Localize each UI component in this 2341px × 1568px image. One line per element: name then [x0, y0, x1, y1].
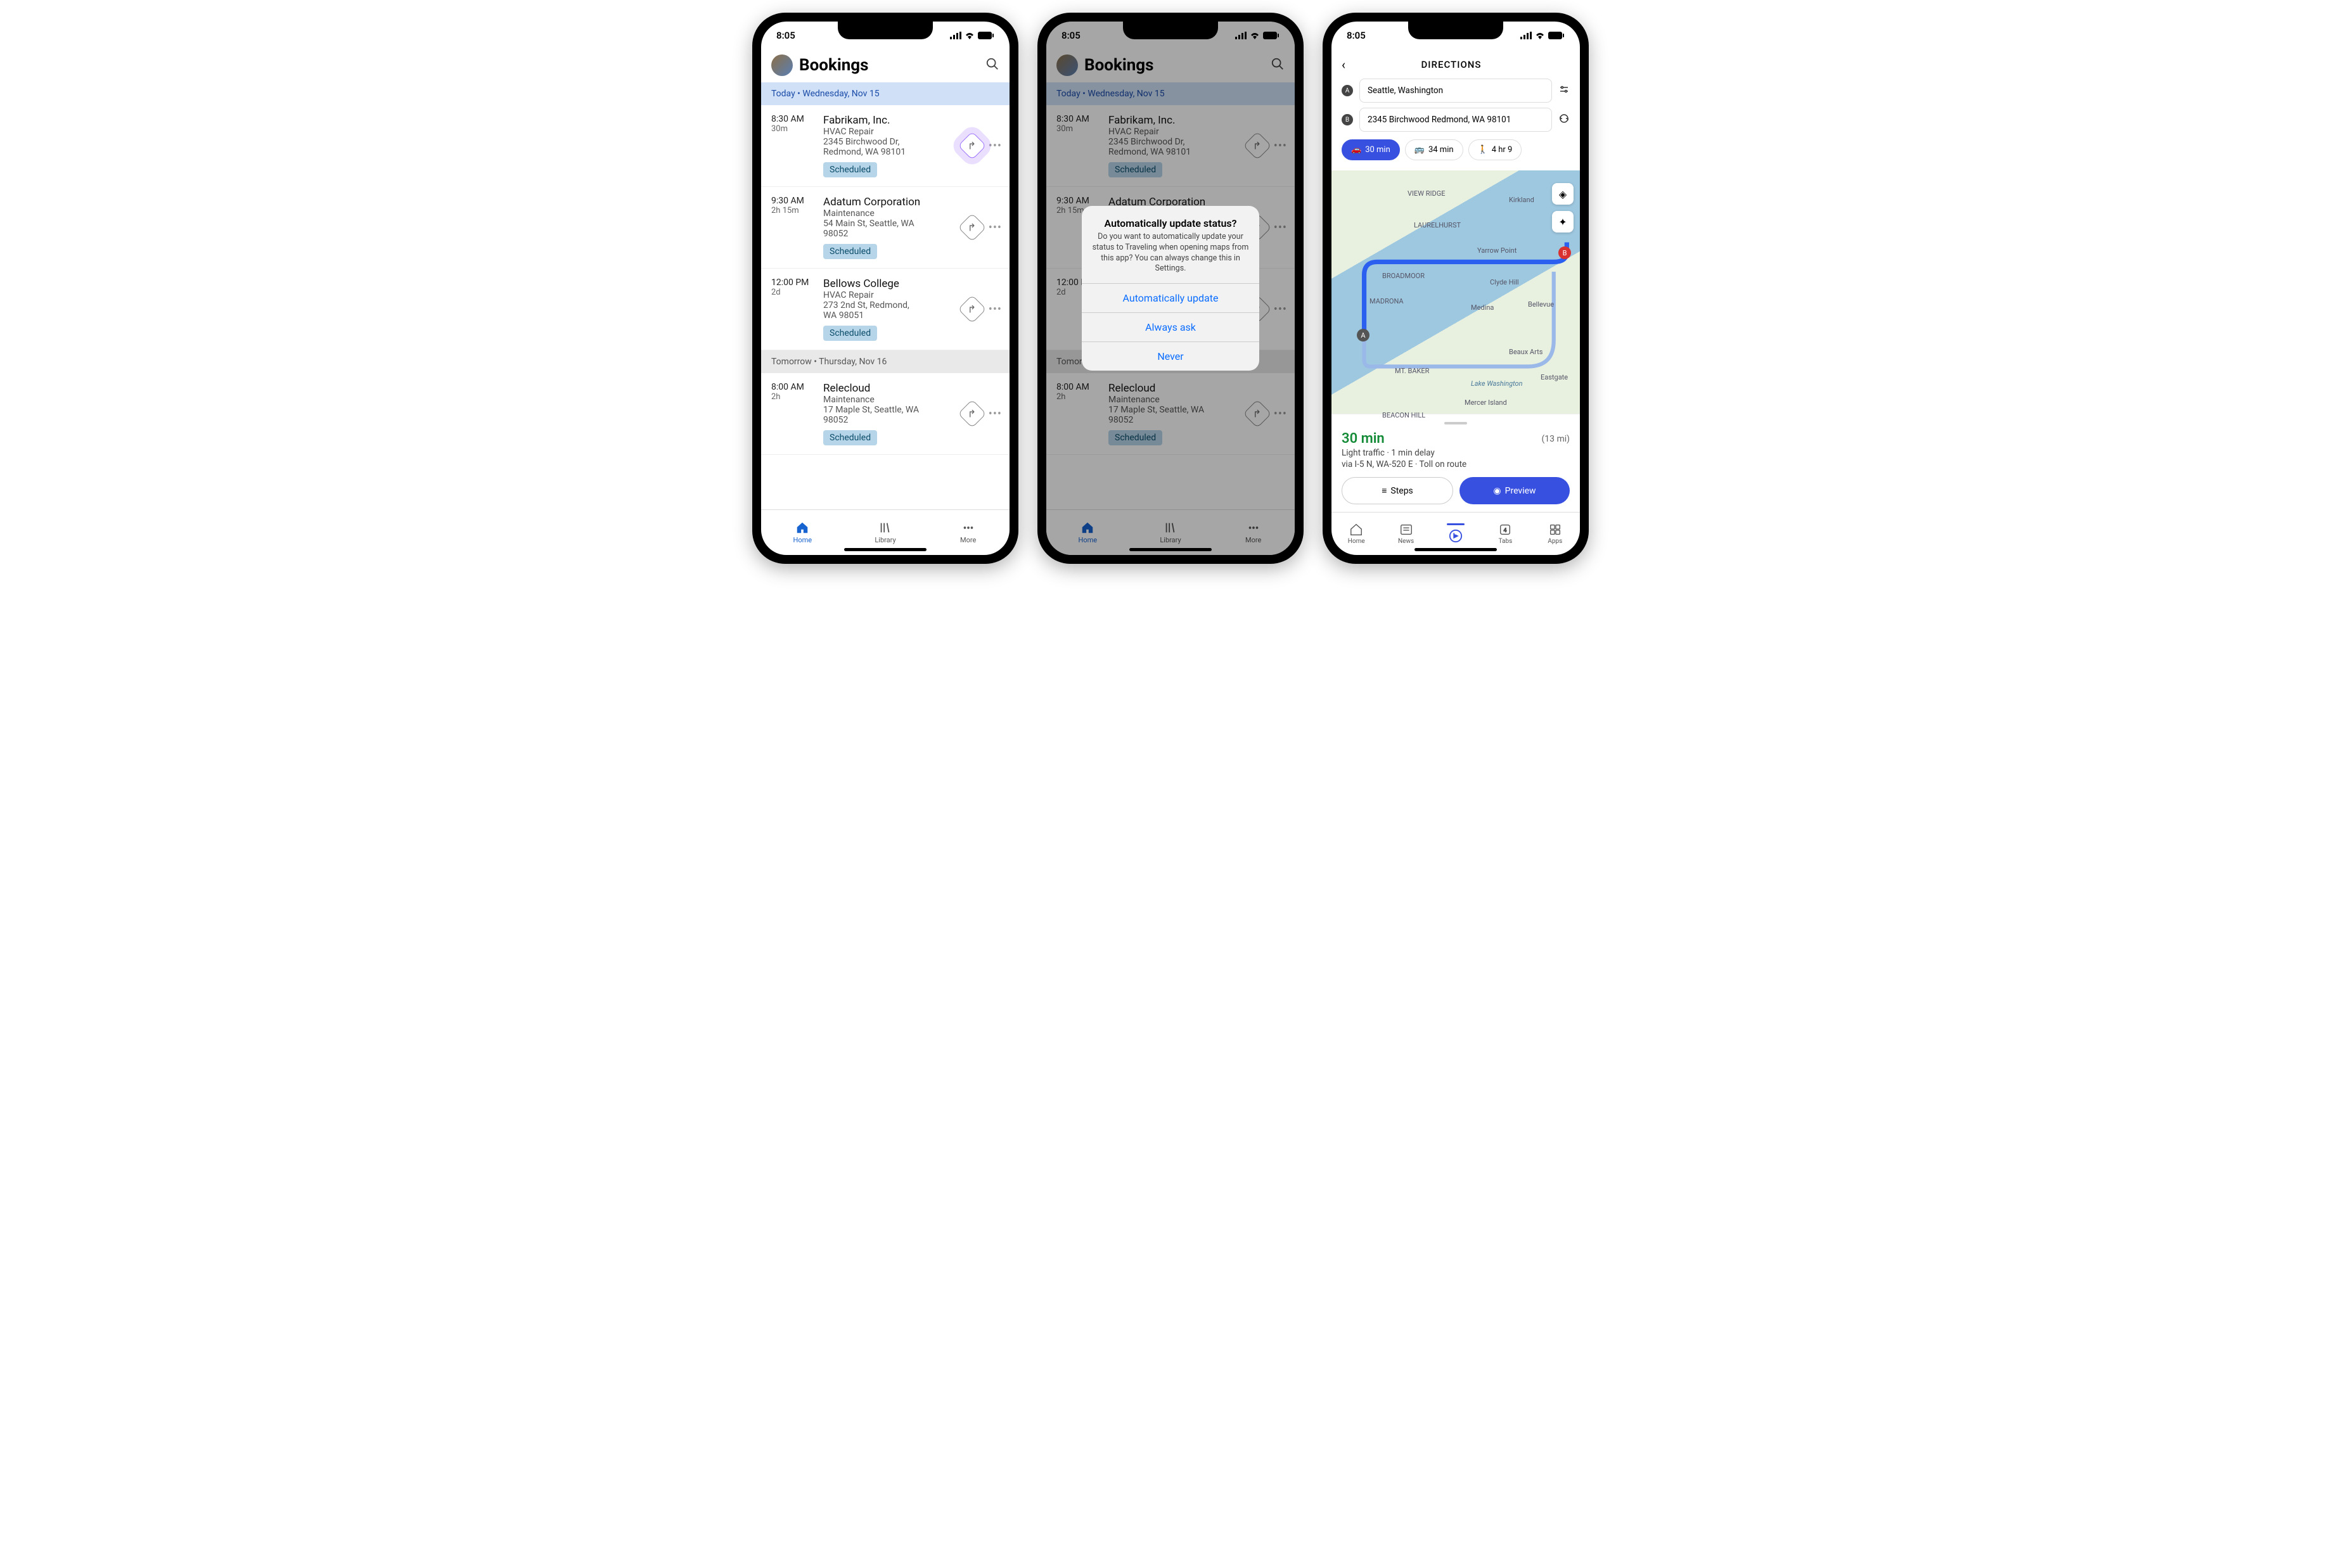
layers-icon[interactable]: ◈	[1552, 183, 1574, 205]
booking-item[interactable]: 12:00 PM2d Bellows CollegeHVAC Repair273…	[761, 269, 1010, 350]
tab-home[interactable]: Home	[761, 510, 844, 555]
more-icon[interactable]: •••	[984, 221, 1007, 234]
destination-input[interactable]: 2345 Birchwood Redmond, WA 98101	[1359, 108, 1552, 132]
alert-button-always-ask[interactable]: Always ask	[1082, 312, 1259, 341]
directions-icon[interactable]: ↱	[958, 213, 986, 241]
destination-pin-icon: B	[1342, 114, 1353, 125]
route-via: via I-5 N, WA-520 E · Toll on route	[1342, 459, 1570, 469]
directions-icon[interactable]: ↱	[958, 399, 986, 428]
more-icon[interactable]: •••	[984, 407, 1007, 421]
alert-dialog: Automatically update status? Do you want…	[1082, 206, 1259, 371]
booking-name: Fabrikam, Inc.	[823, 114, 957, 127]
traffic-info: Light traffic · 1 min delay	[1342, 448, 1570, 458]
mode-transit[interactable]: 🚌34 min	[1405, 139, 1463, 160]
steps-button[interactable]: ≡Steps	[1342, 477, 1453, 504]
wifi-icon	[965, 32, 975, 39]
booking-item[interactable]: 9:30 AM2h 15m Adatum CorporationMaintena…	[761, 187, 1010, 269]
booking-time: 8:30 AM	[771, 114, 818, 124]
swap-icon[interactable]	[1558, 113, 1570, 127]
directions-title: DIRECTIONS	[1350, 59, 1552, 70]
booking-item[interactable]: 8:30 AM30m Fabrikam, Inc.HVAC Repair2345…	[761, 105, 1010, 187]
list-icon: ≡	[1382, 485, 1387, 496]
more-icon[interactable]: •••	[984, 303, 1007, 316]
tab-apps[interactable]: Apps	[1530, 513, 1580, 555]
booking-item[interactable]: 8:00 AM2h RelecloudMaintenance17 Maple S…	[761, 373, 1010, 455]
back-icon[interactable]: ‹	[1342, 57, 1345, 72]
settings-icon[interactable]	[1558, 84, 1570, 98]
alert-message: Do you want to automatically update your…	[1092, 232, 1249, 275]
pin-b-icon: B	[1558, 246, 1571, 259]
preview-button[interactable]: ◉Preview	[1459, 477, 1570, 504]
booking-duration: 30m	[771, 124, 818, 134]
home-indicator[interactable]	[844, 548, 927, 551]
transit-icon: 🚌	[1414, 145, 1425, 155]
bookings-list[interactable]: Today • Wednesday, Nov 15 8:30 AM30m Fab…	[761, 82, 1010, 509]
eye-icon: ◉	[1493, 486, 1501, 496]
avatar[interactable]	[771, 54, 793, 76]
explore-icon[interactable]: ✦	[1552, 211, 1574, 233]
origin-input[interactable]: Seattle, Washington	[1359, 79, 1552, 103]
mode-driving[interactable]: 🚗30 min	[1342, 139, 1400, 160]
tab-home[interactable]: Home	[1331, 513, 1381, 555]
more-icon[interactable]: •••	[984, 139, 1007, 153]
alert-button-never[interactable]: Never	[1082, 341, 1259, 371]
section-header: Today • Wednesday, Nov 15	[761, 82, 1010, 105]
search-icon[interactable]	[985, 57, 999, 73]
alert-title: Automatically update status?	[1092, 217, 1249, 229]
status-badge: Scheduled	[823, 162, 877, 177]
walk-icon: 🚶	[1478, 145, 1488, 155]
car-icon: 🚗	[1351, 145, 1361, 155]
svg-text:4: 4	[1504, 528, 1507, 534]
page-title: Bookings	[799, 56, 979, 75]
pin-a-icon: A	[1357, 329, 1369, 341]
eta: 30 min	[1342, 431, 1385, 447]
signal-icon	[950, 32, 961, 39]
status-time: 8:05	[776, 30, 795, 41]
distance: (13 mi)	[1541, 434, 1570, 444]
battery-icon	[978, 32, 994, 39]
modal-overlay[interactable]: Automatically update status? Do you want…	[1046, 22, 1295, 555]
mode-walking[interactable]: 🚶4 hr 9	[1468, 139, 1522, 160]
map[interactable]: ◈ ✦ A B VIEW RIDGE Kirkland LAURELHURST …	[1331, 170, 1580, 414]
directions-icon[interactable]: ↱	[958, 295, 986, 323]
directions-icon[interactable]: ↱	[958, 131, 986, 160]
booking-service: HVAC Repair	[823, 127, 957, 137]
section-header: Tomorrow • Thursday, Nov 16	[761, 350, 1010, 373]
tab-more[interactable]: More	[927, 510, 1010, 555]
alert-button-auto-update[interactable]: Automatically update	[1082, 283, 1259, 312]
origin-pin-icon: A	[1342, 85, 1353, 96]
